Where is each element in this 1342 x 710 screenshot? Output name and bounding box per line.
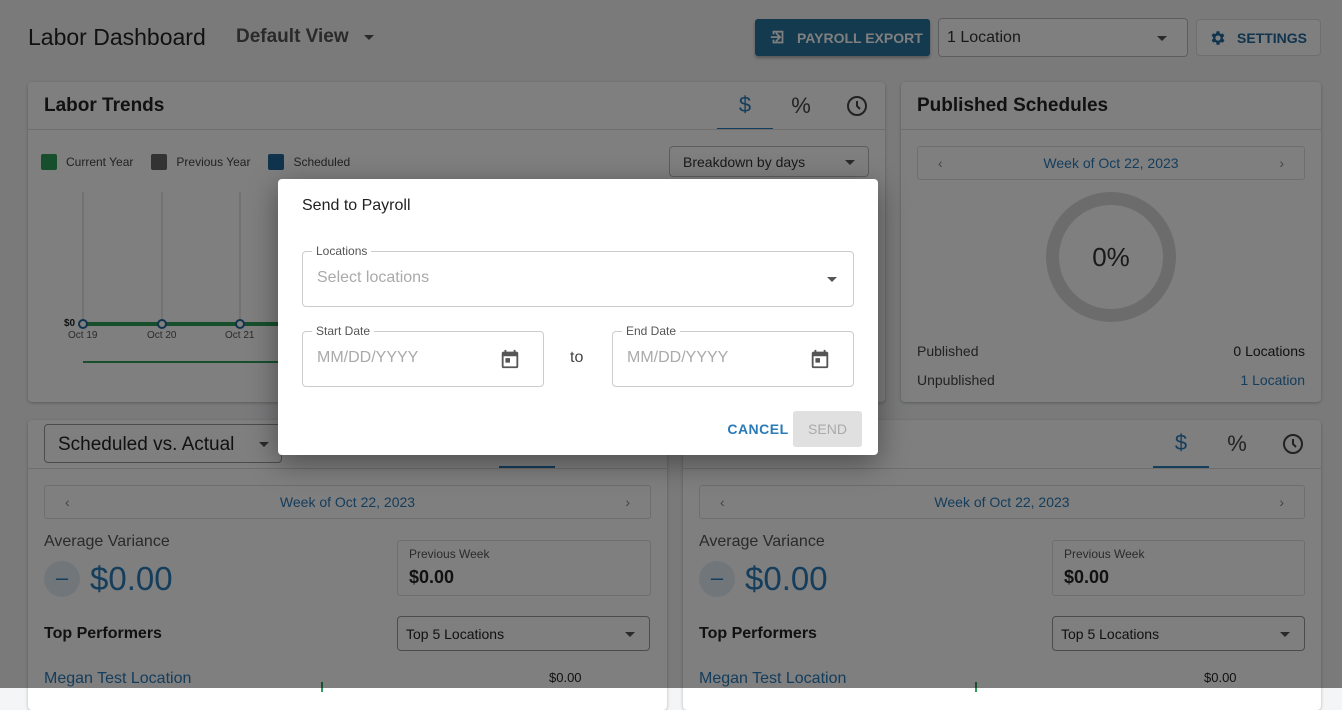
- to-label: to: [570, 349, 584, 366]
- start-date-input[interactable]: Start Date MM/DD/YYYY: [302, 324, 544, 387]
- end-date-label: End Date: [622, 324, 681, 338]
- locations-placeholder: Select locations: [317, 269, 430, 286]
- start-date-label: Start Date: [312, 324, 375, 338]
- chevron-down-icon: [827, 277, 837, 282]
- locations-select[interactable]: Locations Select locations: [302, 244, 854, 307]
- end-date-placeholder: MM/DD/YYYY: [627, 349, 729, 366]
- calendar-icon[interactable]: [499, 348, 521, 370]
- end-date-input[interactable]: End Date MM/DD/YYYY: [612, 324, 854, 387]
- calendar-icon[interactable]: [809, 348, 831, 370]
- start-date-placeholder: MM/DD/YYYY: [317, 349, 419, 366]
- cancel-button[interactable]: CANCEL: [712, 411, 804, 447]
- dialog-title: Send to Payroll: [302, 197, 411, 214]
- send-to-payroll-dialog: Send to Payroll Locations Select locatio…: [278, 179, 878, 455]
- send-button[interactable]: SEND: [793, 411, 862, 447]
- locations-label: Locations: [312, 244, 372, 258]
